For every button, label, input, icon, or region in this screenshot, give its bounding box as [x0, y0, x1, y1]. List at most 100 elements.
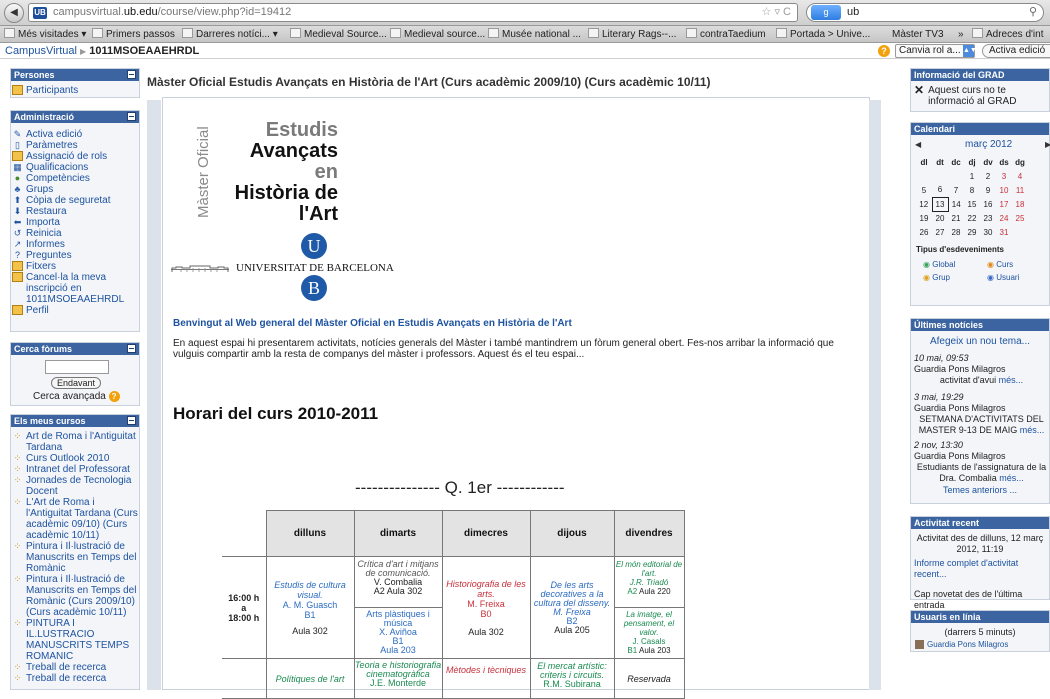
calendar-day[interactable]: 20	[932, 211, 948, 225]
bookmark-item[interactable]: Darreres notíci... ▾	[182, 28, 278, 41]
calendar-day[interactable]: 31	[996, 225, 1012, 239]
search-engine-icon[interactable]: g	[811, 5, 841, 20]
course-link[interactable]: ⁘ Pintura i Il·lustració de Manuscrits en…	[11, 541, 139, 574]
collapse-toggle-icon[interactable]	[127, 344, 136, 353]
event-type-grup[interactable]: ◉ Grup	[923, 273, 987, 282]
bookmark-star-icon[interactable]: ☆ ▿ C	[762, 4, 791, 21]
calendar-day[interactable]: 5	[916, 183, 932, 197]
calendar-day[interactable]: 8	[964, 183, 980, 197]
calendar-day[interactable]: 23	[980, 211, 996, 225]
collapse-toggle-icon[interactable]	[127, 112, 136, 121]
calendar-day[interactable]: 18	[1012, 197, 1028, 211]
course-link[interactable]: ⁘ Intranet del Professorat	[11, 464, 139, 475]
bookmark-item[interactable]: contraTaedium	[686, 28, 766, 41]
bookmark-item[interactable]: Primers passos	[92, 28, 175, 41]
read-more-link[interactable]: més...	[999, 375, 1024, 385]
calendar-day[interactable]: 15	[964, 197, 980, 211]
calendar-day[interactable]: 2	[980, 169, 996, 183]
admin-item[interactable]: ● Competències	[11, 173, 139, 184]
bookmark-item[interactable]: Medieval Source...	[290, 28, 387, 41]
bookmark-item[interactable]: Medieval source...	[390, 28, 485, 41]
calendar-day[interactable]: 21	[948, 211, 964, 225]
course-link[interactable]: ⁘ Treball de recerca	[11, 662, 139, 673]
month-title[interactable]: març 2012	[965, 139, 1012, 150]
read-more-link[interactable]: més...	[999, 473, 1024, 483]
full-report-link[interactable]: Informe complet d'activitat recent...	[914, 558, 1049, 580]
admin-item[interactable]: ⬇ Restaura	[11, 206, 139, 217]
admin-item[interactable]: ↺ Reinicia	[11, 228, 139, 239]
welcome-link[interactable]: Benvingut al Web general del Màster Ofic…	[173, 318, 572, 329]
prev-month-icon[interactable]: ◀	[915, 140, 921, 149]
calendar-day[interactable]: 29	[964, 225, 980, 239]
calendar-day[interactable]: 19	[916, 211, 932, 225]
calendar-day[interactable]: 30	[980, 225, 996, 239]
calendar-day[interactable]: 17	[996, 197, 1012, 211]
breadcrumb-site-link[interactable]: CampusVirtual	[5, 45, 77, 57]
course-link[interactable]: ⁘ Jornades de Tecnologia Docent	[11, 475, 139, 497]
admin-item[interactable]: ⬆ Còpia de seguretat	[11, 195, 139, 206]
help-icon[interactable]: ?	[878, 45, 890, 57]
address-bar[interactable]: UB campusvirtual.ub.edu/course/view.php?…	[28, 3, 798, 22]
role-select[interactable]: Canvia rol a... ▲▼	[895, 44, 977, 58]
calendar-day[interactable]: 14	[948, 197, 964, 211]
bookmark-item[interactable]: Més visitades ▾	[4, 28, 86, 41]
course-link[interactable]: ⁘ Curs Outlook 2010	[11, 453, 139, 464]
admin-item[interactable]: ? Preguntes	[11, 250, 139, 261]
bookmark-item[interactable]: Musée national ...	[488, 28, 581, 41]
calendar-day[interactable]: 22	[964, 211, 980, 225]
calendar-day[interactable]: 12	[916, 197, 932, 211]
calendar-day[interactable]: 28	[948, 225, 964, 239]
read-more-link[interactable]: més...	[1020, 425, 1045, 435]
magnifier-icon[interactable]: ⚲	[1029, 4, 1037, 21]
calendar-day[interactable]: 16	[980, 197, 996, 211]
admin-item[interactable]: ▦ Qualificacions	[11, 162, 139, 173]
search-box[interactable]: g ub ⚲	[806, 3, 1044, 22]
course-link[interactable]: ⁘ Art de Roma i l'Antiguitat Tardana	[11, 431, 139, 453]
calendar-day[interactable]: 7	[948, 183, 964, 197]
bookmark-item[interactable]: Adreces d'int	[972, 28, 1044, 41]
bookmark-item[interactable]: Literary Rags--...	[588, 28, 676, 41]
admin-item[interactable]: ↗ Informes	[11, 239, 139, 250]
edit-mode-button[interactable]: Activa edició	[982, 44, 1050, 58]
calendar-day[interactable]: 13	[931, 196, 949, 212]
collapse-toggle-icon[interactable]	[127, 416, 136, 425]
course-link[interactable]: ⁘ Treball de recerca	[11, 673, 139, 684]
add-topic-link[interactable]: Afegeix un nou tema...	[911, 336, 1049, 347]
bookmark-item[interactable]: Portada > Unive...	[776, 28, 870, 41]
admin-item[interactable]: ▯ Paràmetres	[11, 140, 139, 151]
participants-link[interactable]: Participants	[11, 85, 139, 96]
admin-item[interactable]: ⬅ Importa	[11, 217, 139, 228]
forum-search-input[interactable]	[45, 360, 109, 374]
calendar-day[interactable]: 1	[964, 169, 980, 183]
event-type-usuari[interactable]: ◉ Usuari	[987, 273, 1050, 282]
bookmarks-overflow[interactable]: »	[958, 28, 964, 41]
calendar-day[interactable]: 6	[932, 183, 948, 197]
calendar-day[interactable]: 26	[916, 225, 932, 239]
online-user[interactable]: Guardia Pons Milagros	[915, 639, 1049, 650]
help-icon[interactable]: ?	[108, 391, 120, 402]
calendar-day[interactable]: 10	[996, 183, 1012, 197]
back-button[interactable]: ◀	[4, 3, 24, 23]
calendar-day[interactable]: 25	[1012, 211, 1028, 225]
event-type-curs[interactable]: ◉ Curs	[987, 260, 1050, 269]
calendar-day[interactable]: 9	[980, 183, 996, 197]
course-link[interactable]: ⁘ PINTURA I IL.LUSTRACIO MANUSCRITS TEMPS…	[11, 618, 139, 662]
admin-item[interactable]: ♣ Grups	[11, 184, 139, 195]
bookmark-item[interactable]: Màster TV3	[892, 28, 944, 41]
admin-item[interactable]: Assignació de rols	[11, 151, 139, 162]
search-go-button[interactable]: Endavant	[51, 377, 101, 389]
calendar-day[interactable]: 11	[1012, 183, 1028, 197]
admin-item[interactable]: Cancel·la la meva inscripció en 1011MSOE…	[11, 272, 139, 305]
calendar-day[interactable]: 3	[996, 169, 1012, 183]
collapse-toggle-icon[interactable]	[127, 70, 136, 79]
admin-item[interactable]: ✎ Activa edició	[11, 129, 139, 140]
admin-item[interactable]: Perfil	[11, 305, 139, 316]
calendar-day[interactable]: 27	[932, 225, 948, 239]
course-link[interactable]: ⁘ L'Art de Roma i l'Antiguitat Tardana (C…	[11, 497, 139, 541]
admin-item[interactable]: Fitxers	[11, 261, 139, 272]
next-month-icon[interactable]: ▶	[1045, 140, 1050, 149]
advanced-search-link[interactable]: Cerca avançada ?	[33, 391, 139, 402]
event-type-global[interactable]: ◉ Global	[923, 260, 987, 269]
calendar-day[interactable]: 4	[1012, 169, 1028, 183]
course-link[interactable]: ⁘ Pintura i Il·lustració de Manuscrits en…	[11, 574, 139, 618]
